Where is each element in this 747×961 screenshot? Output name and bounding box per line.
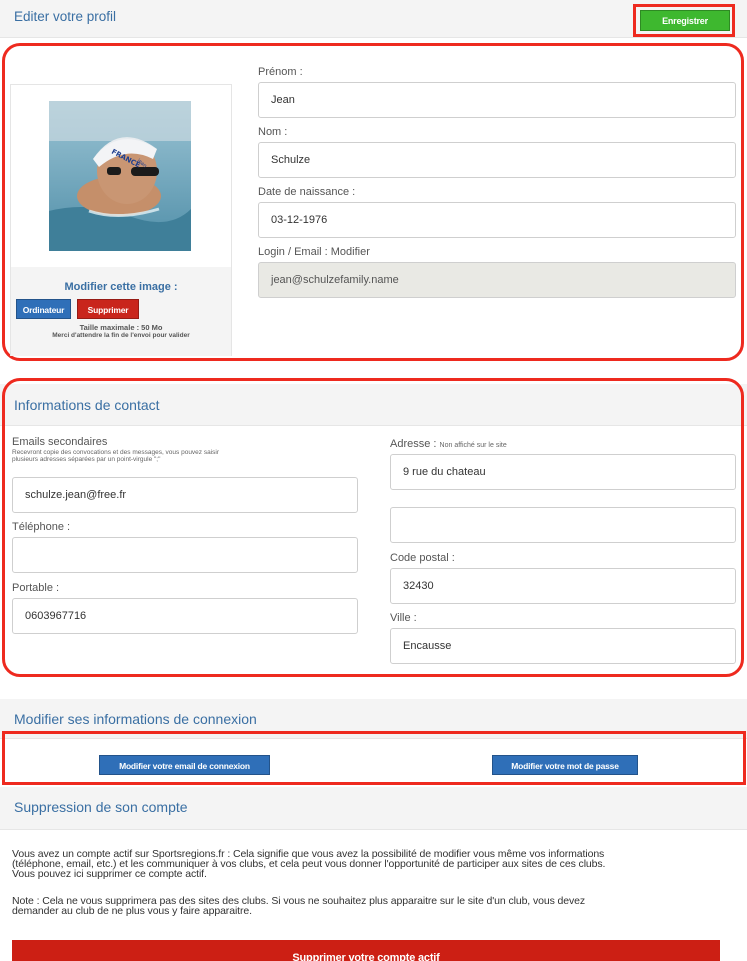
mobile-input[interactable]: 0603967716 — [12, 598, 358, 634]
max-size-note: Taille maximale : 50 Mo — [79, 323, 163, 332]
address2-input[interactable] — [390, 507, 736, 543]
city-input[interactable]: Encausse — [390, 628, 736, 664]
secondary-emails-hint: Recevront copie des convocations et des … — [12, 449, 220, 463]
postcode-label: Code postal : — [390, 552, 455, 564]
delete-image-button[interactable]: Supprimer — [77, 299, 139, 319]
birthdate-input[interactable]: 03-12-1976 — [258, 202, 736, 238]
lastname-label: Nom : — [258, 126, 288, 138]
upload-computer-button[interactable]: Ordinateur — [16, 299, 71, 319]
address-label: Adresse : — [390, 438, 437, 450]
login-email-input: jean@schulzefamily.name — [258, 262, 736, 298]
change-password-button[interactable]: Modifier votre mot de passe — [492, 755, 638, 775]
firstname-label: Prénom : — [258, 66, 303, 78]
photo-actions: Modifier cette image : Ordinateur Suppri… — [11, 267, 231, 356]
save-button[interactable]: Enregistrer — [640, 10, 730, 31]
phone-input[interactable] — [12, 537, 358, 573]
delete-account-button[interactable]: Supprimer votre compte actif — [12, 940, 720, 961]
firstname-input[interactable]: Jean — [258, 82, 736, 118]
postcode-input[interactable]: 32430 — [390, 568, 736, 604]
deletion-paragraph-2: Note : Cela ne vous supprimera pas des s… — [12, 896, 737, 917]
secondary-emails-input[interactable]: schulze.jean@free.fr — [12, 477, 358, 513]
deletion-paragraph-2-line-2: demander au club de ne plus vous y faire… — [12, 905, 252, 917]
deletion-title: Suppression de son compte — [14, 799, 188, 815]
profile-photo-panel: FRANCE jean Modifier cette image : Ordin… — [10, 84, 232, 356]
deletion-paragraph-1-line-3: Vous pouvez ici supprimer ce compte acti… — [12, 868, 207, 880]
profile-photo[interactable]: FRANCE jean — [49, 101, 191, 251]
mobile-label: Portable : — [12, 582, 60, 594]
address-label-row: Adresse : Non affiché sur le site — [390, 438, 507, 450]
deletion-paragraph-1: Vous avez un compte actif sur Sportsregi… — [12, 849, 737, 880]
login-label[interactable]: Login / Email : Modifier — [258, 246, 370, 258]
address-hint: Non affiché sur le site — [439, 442, 507, 449]
phone-label: Téléphone : — [12, 521, 71, 533]
image-caption: Modifier cette image : — [64, 281, 178, 293]
change-login-email-button[interactable]: Modifier votre email de connexion — [99, 755, 270, 775]
upload-wait-note: Merci d'attendre la fin de l'envoi pour … — [52, 332, 190, 339]
swimmer-image: FRANCE jean — [49, 101, 191, 251]
secondary-emails-label: Emails secondaires — [12, 436, 108, 448]
page-title: Editer votre profil — [14, 9, 117, 24]
connection-title: Modifier ses informations de connexion — [14, 711, 257, 727]
city-label: Ville : — [390, 612, 417, 624]
birthdate-label: Date de naissance : — [258, 186, 356, 198]
address-input[interactable]: 9 rue du chateau — [390, 454, 736, 490]
lastname-input[interactable]: Schulze — [258, 142, 736, 178]
